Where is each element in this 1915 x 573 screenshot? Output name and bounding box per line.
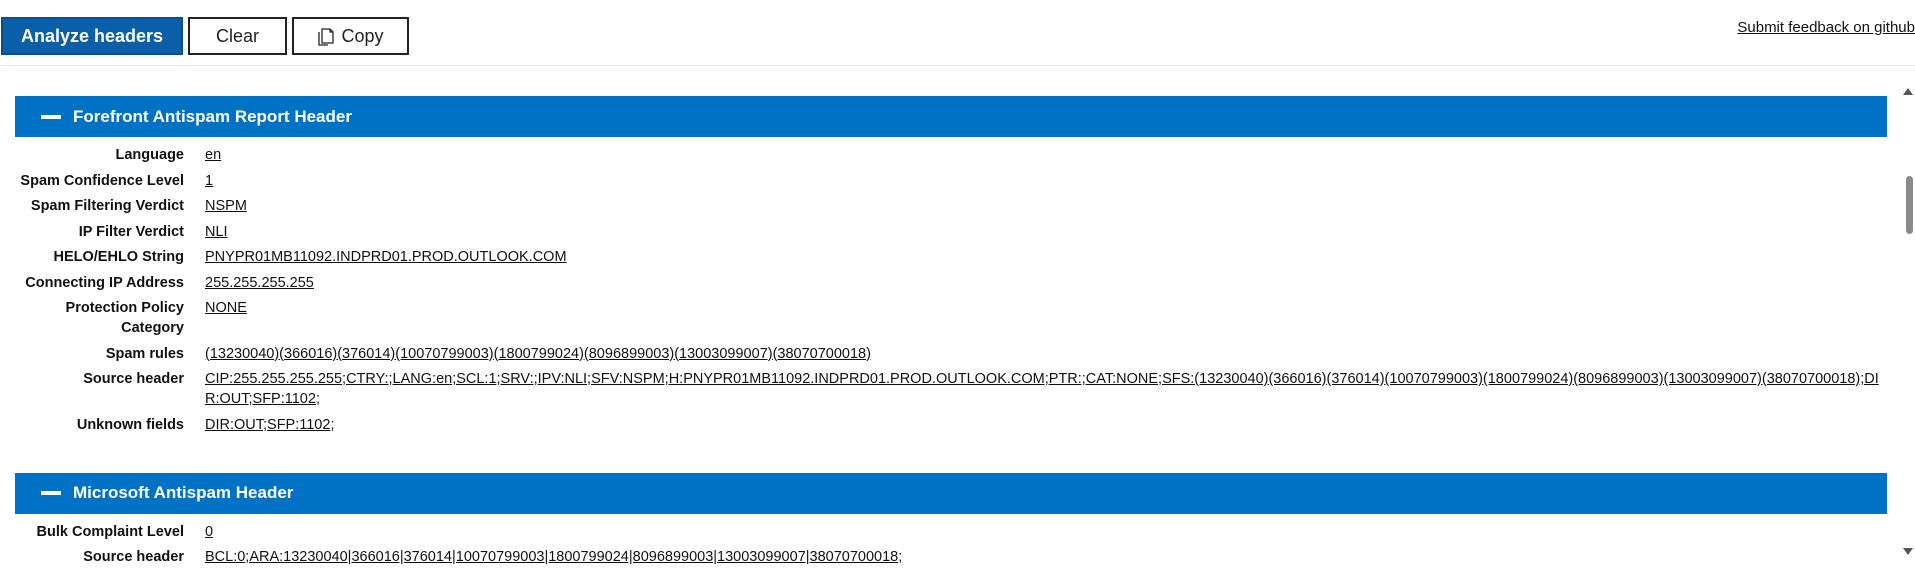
field-label: HELO/EHLO String	[53, 249, 185, 265]
section-title: Microsoft Antispam Header	[73, 483, 294, 502]
minus-icon	[41, 491, 61, 495]
field-value[interactable]: 0	[205, 522, 1887, 542]
field-value[interactable]: BCL:0;ARA:13230040|366016|376014|1007079…	[205, 547, 1887, 567]
field-label: Spam Filtering Verdict	[30, 198, 184, 214]
field-row: Spam Confidence Level 1	[15, 171, 1887, 191]
analyze-headers-label: Analyze headers	[20, 25, 164, 46]
field-row: Spam rules (13230040)(366016)(376014)(100…	[15, 344, 1887, 364]
scroll-down-arrow-icon[interactable]	[1903, 548, 1913, 555]
field-row: Connecting IP Address 255.255.255.255	[15, 273, 1887, 293]
field-label: Unknown fields	[76, 416, 184, 433]
section-header-forefront[interactable]: Forefront Antispam Report Header	[15, 96, 1887, 137]
field-row: Source header CIP:255.255.255.255;CTRY:;L…	[15, 369, 1887, 409]
analyze-headers-button[interactable]: Analyze headers	[1, 17, 183, 55]
field-value[interactable]: 1	[205, 171, 1887, 191]
field-label: Connecting IP Address	[25, 274, 184, 291]
field-value[interactable]: NSPM	[205, 196, 1887, 216]
vertical-scrollbar[interactable]	[1900, 82, 1915, 568]
field-row: Language en	[15, 145, 1887, 165]
field-row: Spam Filtering Verdict NSPM	[15, 196, 1887, 216]
copy-icon	[318, 28, 335, 46]
scrollbar-thumb[interactable]	[1906, 176, 1913, 234]
field-label: Protection Policy Category	[65, 300, 184, 336]
scroll-up-arrow-icon[interactable]	[1903, 88, 1913, 95]
field-row: HELO/EHLO String PNYPR01MB11092.INDPRD01.…	[15, 247, 1887, 267]
field-label: Source header	[83, 549, 184, 565]
field-value[interactable]: NLI	[205, 222, 1887, 242]
field-value[interactable]: PNYPR01MB11092.INDPRD01.PROD.OUTLOOK.COM	[205, 247, 1887, 267]
field-label: Spam rules	[105, 345, 184, 362]
field-row: Unknown fields DIR:OUT;SFP:1102;	[15, 415, 1887, 435]
microsoft-antispam-section: Microsoft Antispam Header Bulk Complaint…	[15, 472, 1887, 568]
field-value[interactable]: (13230040)(366016)(376014)(10070799003)(…	[205, 344, 1887, 364]
feedback-link[interactable]: Submit feedback on github	[1737, 19, 1915, 36]
field-label: Spam Confidence Level	[20, 172, 184, 189]
section-header-microsoft[interactable]: Microsoft Antispam Header	[15, 472, 1887, 514]
results-panel: Forefront Antispam Report Header Languag…	[15, 96, 1887, 573]
copy-label: Copy	[341, 25, 384, 46]
field-label: IP Filter Verdict	[78, 223, 184, 240]
field-value[interactable]: 255.255.255.255	[205, 273, 1887, 293]
field-label: Bulk Complaint Level	[36, 523, 184, 540]
forefront-section: Forefront Antispam Report Header Languag…	[15, 96, 1887, 435]
field-row: Protection Policy Category NONE	[15, 298, 1887, 338]
field-label: Source header	[83, 371, 184, 387]
toolbar: Analyze headers Clear Copy Submit feedba…	[0, 0, 1915, 66]
field-value[interactable]: NONE	[205, 298, 1887, 338]
field-label: Language	[115, 147, 184, 163]
minus-icon	[41, 114, 61, 119]
clear-button[interactable]: Clear	[188, 17, 287, 55]
field-row: Bulk Complaint Level 0	[15, 522, 1887, 542]
field-row: Source header BCL:0;ARA:13230040|366016|3…	[15, 547, 1887, 567]
field-value[interactable]: CIP:255.255.255.255;CTRY:;LANG:en;SCL:1;…	[205, 369, 1887, 409]
field-value[interactable]: DIR:OUT;SFP:1102;	[205, 415, 1887, 435]
clear-label: Clear	[215, 25, 259, 46]
field-row: IP Filter Verdict NLI	[15, 222, 1887, 242]
field-value[interactable]: en	[205, 145, 1887, 165]
copy-button[interactable]: Copy	[292, 17, 409, 55]
section-title: Forefront Antispam Report Header	[73, 106, 352, 126]
